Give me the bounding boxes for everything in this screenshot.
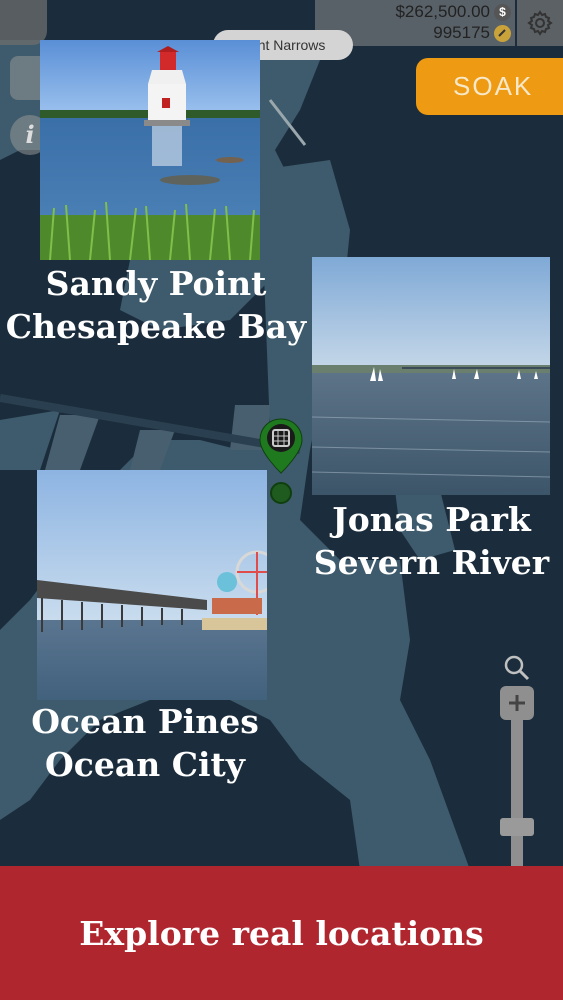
menu-button[interactable] [0,0,47,45]
caption-line: Severn River [313,543,550,582]
caption-jonas-park: Jonas Park Severn River [305,498,558,584]
photo-sandy-point [40,40,260,260]
caption-line: Chesapeake Bay [5,307,307,346]
magnifier-icon [504,655,530,681]
caption-ocean-pines: Ocean Pines Ocean City [20,700,270,786]
gold-coin-icon [494,24,511,42]
settings-button[interactable] [517,0,563,46]
photo-ocean-pines [37,470,267,700]
banner-text: Explore real locations [79,913,484,953]
location-pin[interactable] [258,417,304,507]
caption-sandy-point: Sandy Point Chesapeake Bay [0,262,312,348]
caption-line: Ocean City [45,745,245,784]
zoom-handle[interactable] [500,818,534,836]
promo-banner: Explore real locations [0,866,563,1000]
dollar-coin-icon: $ [494,3,511,21]
money-row: $262,500.00 $ [395,2,511,22]
zoom-slider[interactable] [500,686,534,870]
soak-button[interactable]: SOAK [416,58,563,115]
coins-value: 995175 [433,23,490,42]
caption-line: Ocean Pines [31,702,259,741]
photo-jonas-park [312,257,550,495]
gear-icon [527,10,553,36]
money-value: $262,500.00 [395,2,490,21]
caption-line: Sandy Point [45,264,267,303]
soak-label: SOAK [453,71,534,101]
caption-line: Jonas Park [332,500,531,539]
coins-row: 995175 [433,23,511,43]
